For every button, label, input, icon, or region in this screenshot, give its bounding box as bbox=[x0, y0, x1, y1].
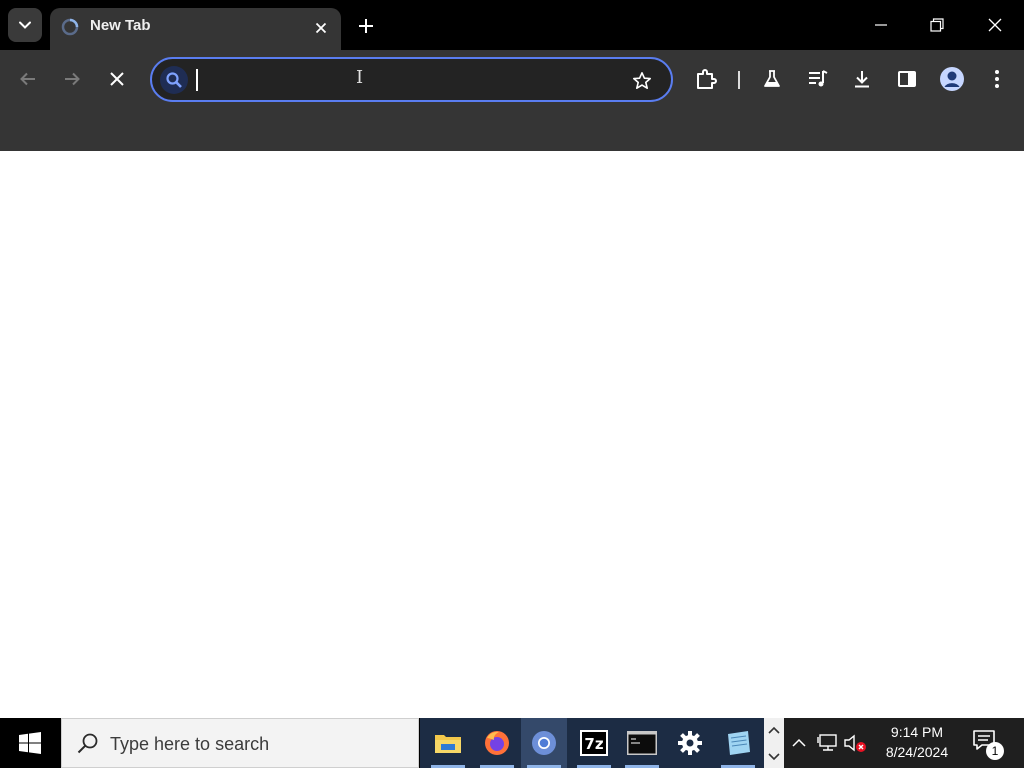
browser-toolbar: I bbox=[0, 50, 1024, 151]
7zip-icon: 7z bbox=[580, 730, 608, 756]
network-monitor-icon bbox=[817, 734, 837, 751]
minimize-button[interactable] bbox=[858, 0, 904, 50]
chevron-down-icon bbox=[768, 753, 780, 761]
avatar-icon bbox=[940, 67, 964, 91]
taskbar-notepad[interactable] bbox=[715, 718, 761, 768]
tab-new-tab[interactable]: New Tab bbox=[50, 8, 341, 50]
puzzle-piece-icon bbox=[697, 69, 717, 89]
taskbar-apps: 7z bbox=[420, 718, 764, 768]
gear-icon bbox=[678, 731, 702, 755]
clock-date: 8/24/2024 bbox=[885, 744, 949, 760]
network-button[interactable] bbox=[815, 730, 841, 756]
folder-icon bbox=[435, 735, 461, 753]
taskbar-file-explorer[interactable] bbox=[425, 718, 471, 768]
page-content bbox=[0, 151, 1024, 718]
notepad-icon bbox=[728, 731, 750, 755]
text-caret bbox=[196, 69, 198, 91]
loading-spinner-icon bbox=[61, 18, 79, 36]
taskbar-scroll-buttons[interactable] bbox=[764, 718, 784, 768]
show-hidden-icons-button[interactable] bbox=[786, 730, 812, 756]
side-panel-icon bbox=[898, 71, 916, 87]
minimize-icon bbox=[875, 24, 887, 26]
svg-text:7z: 7z bbox=[584, 735, 603, 753]
clock[interactable]: 9:14 PM 8/24/2024 bbox=[882, 722, 952, 762]
search-placeholder: Type here to search bbox=[110, 734, 270, 754]
notification-count-badge: 1 bbox=[986, 742, 1004, 760]
system-tray: 9:14 PM 8/24/2024 1 bbox=[784, 718, 1024, 768]
clock-time: 9:14 PM bbox=[890, 724, 944, 740]
star-icon bbox=[633, 72, 651, 89]
back-button[interactable] bbox=[11, 62, 45, 96]
chevron-down-icon bbox=[19, 21, 31, 29]
tab-search-button[interactable] bbox=[8, 8, 42, 42]
chrome-icon bbox=[532, 731, 556, 755]
playlist-icon bbox=[809, 70, 828, 87]
search-icon bbox=[77, 733, 98, 754]
close-icon bbox=[110, 72, 124, 86]
close-icon bbox=[988, 18, 1002, 32]
address-input[interactable] bbox=[194, 67, 614, 93]
toolbar-divider bbox=[738, 71, 740, 89]
media-controls-button[interactable] bbox=[801, 62, 835, 96]
windows-logo-icon bbox=[19, 732, 41, 754]
forward-button[interactable] bbox=[55, 62, 89, 96]
tab-strip: New Tab bbox=[0, 0, 1024, 50]
close-icon bbox=[315, 22, 327, 34]
taskbar-settings[interactable] bbox=[667, 718, 713, 768]
profile-button[interactable] bbox=[935, 62, 969, 96]
restore-button[interactable] bbox=[914, 0, 960, 50]
close-window-button[interactable] bbox=[972, 0, 1018, 50]
firefox-icon bbox=[485, 731, 509, 755]
labs-button[interactable] bbox=[755, 62, 789, 96]
downloads-button[interactable] bbox=[845, 62, 879, 96]
address-bar[interactable]: I bbox=[150, 57, 673, 102]
restore-icon bbox=[930, 18, 944, 32]
search-icon bbox=[160, 66, 188, 94]
taskbar-chrome[interactable] bbox=[521, 718, 567, 768]
taskbar-firefox[interactable] bbox=[474, 718, 520, 768]
speaker-muted-icon bbox=[844, 734, 866, 752]
chevron-up-icon bbox=[792, 738, 806, 747]
taskbar-7zip[interactable]: 7z bbox=[571, 718, 617, 768]
tab-title: New Tab bbox=[90, 17, 151, 34]
side-panel-button[interactable] bbox=[890, 62, 924, 96]
taskbar-command-prompt[interactable] bbox=[619, 718, 665, 768]
terminal-icon bbox=[627, 731, 657, 755]
bookmark-button[interactable] bbox=[629, 68, 655, 94]
volume-button[interactable] bbox=[842, 730, 868, 756]
plus-icon bbox=[359, 19, 373, 33]
arrow-left-icon bbox=[20, 72, 35, 86]
stop-loading-button[interactable] bbox=[100, 62, 134, 96]
extensions-button[interactable] bbox=[689, 62, 723, 96]
taskbar: Type here to search 7z 9:14 PM 8/24/2024… bbox=[0, 718, 1024, 768]
chevron-up-icon bbox=[768, 726, 780, 734]
tab-close-button[interactable] bbox=[309, 16, 333, 40]
menu-button[interactable] bbox=[980, 62, 1014, 96]
arrow-right-icon bbox=[65, 72, 80, 86]
ibeam-cursor-icon: I bbox=[356, 67, 364, 88]
flask-icon bbox=[764, 70, 780, 87]
taskbar-search-box[interactable]: Type here to search bbox=[61, 718, 419, 768]
more-vertical-icon bbox=[995, 70, 999, 88]
new-tab-button[interactable] bbox=[352, 12, 380, 40]
start-button[interactable] bbox=[0, 718, 60, 768]
download-icon bbox=[855, 71, 869, 88]
